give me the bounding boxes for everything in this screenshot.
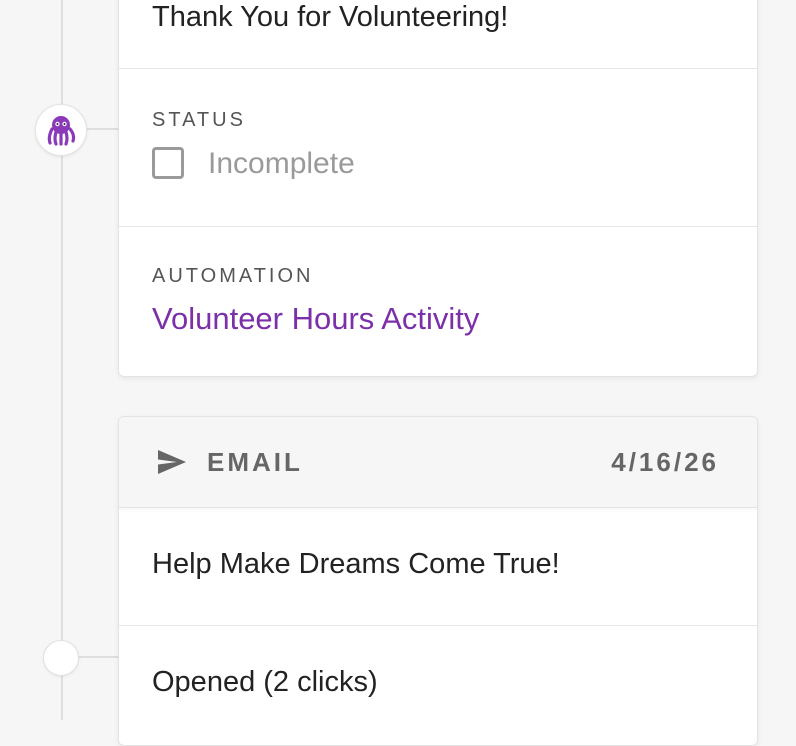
status-label: STATUS bbox=[152, 109, 246, 131]
email-engagement-row: Opened (2 clicks) bbox=[119, 626, 757, 745]
automation-label: AUTOMATION bbox=[152, 265, 314, 287]
automation-row: AUTOMATION Volunteer Hours Activity bbox=[119, 227, 757, 376]
automation-link[interactable]: Volunteer Hours Activity bbox=[152, 301, 479, 337]
timeline-node[interactable] bbox=[43, 640, 79, 676]
octopus-icon bbox=[47, 116, 76, 146]
email-engagement: Opened (2 clicks) bbox=[152, 666, 378, 698]
email-date: 4/16/26 bbox=[611, 447, 719, 477]
email-subject-row: Help Make Dreams Come True! bbox=[119, 508, 757, 626]
send-icon bbox=[157, 449, 187, 480]
email-card-header: EMAIL 4/16/26 bbox=[119, 417, 757, 508]
status-value: Incomplete bbox=[208, 147, 355, 180]
activity-subject-row: Thank You for Volunteering! bbox=[119, 0, 757, 69]
activity-subject: Thank You for Volunteering! bbox=[152, 1, 509, 33]
status-row: STATUS Incomplete bbox=[119, 69, 757, 227]
avatar[interactable] bbox=[35, 104, 87, 156]
email-card: EMAIL 4/16/26 Help Make Dreams Come True… bbox=[118, 416, 758, 746]
activity-card: Thank You for Volunteering! STATUS Incom… bbox=[118, 0, 758, 377]
email-subject: Help Make Dreams Come True! bbox=[152, 548, 560, 580]
email-type-label: EMAIL bbox=[207, 447, 303, 477]
status-checkbox[interactable] bbox=[152, 147, 184, 179]
